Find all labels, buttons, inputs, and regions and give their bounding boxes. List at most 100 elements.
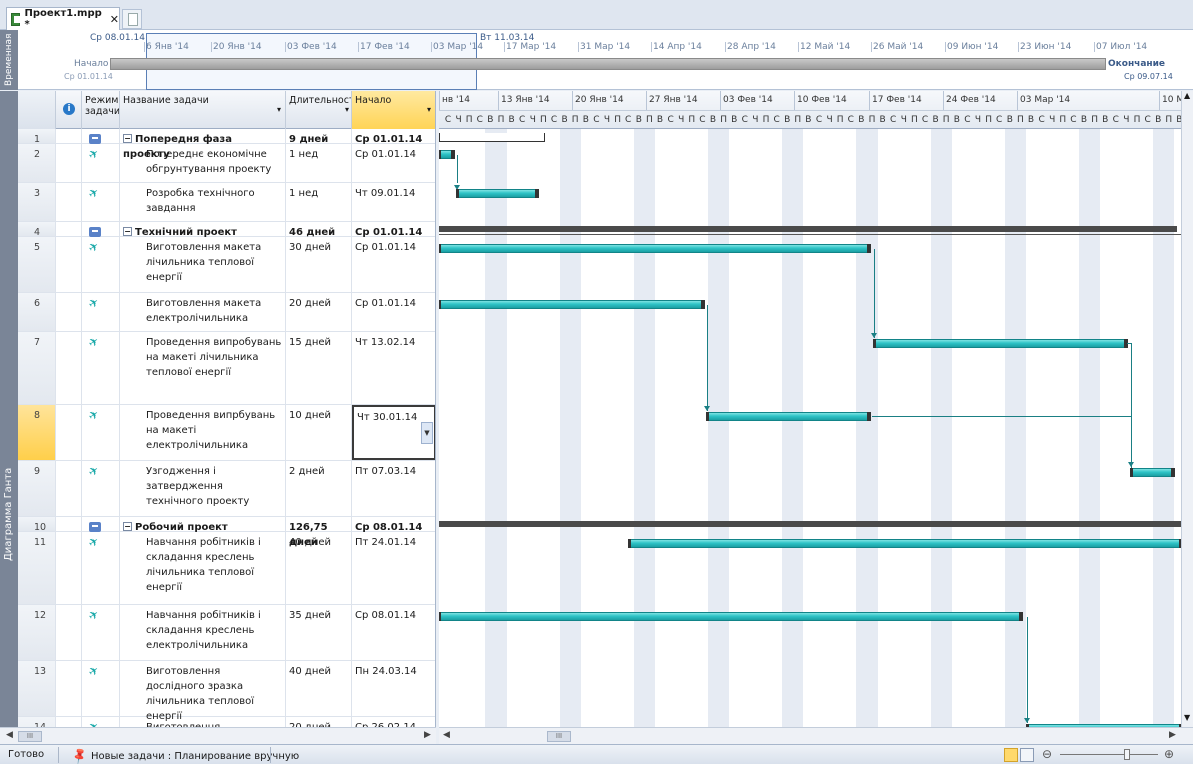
summary-bar[interactable]	[439, 226, 1177, 232]
table-row[interactable]: 14 ✈ Виготовлення дослідного зразка20 дней…	[18, 717, 435, 727]
close-icon[interactable]: ✕	[110, 13, 119, 26]
zoom-out-icon[interactable]: ⊖	[1042, 747, 1052, 761]
duration-cell[interactable]: 9 дней	[286, 129, 352, 145]
mode-cell[interactable]: ✈	[82, 237, 120, 292]
duration-cell[interactable]: 35 дней	[286, 605, 352, 660]
info-cell[interactable]	[56, 461, 82, 516]
task-bar[interactable]	[456, 189, 539, 198]
row-id[interactable]: 13	[18, 661, 56, 716]
info-cell[interactable]	[56, 717, 82, 727]
row-id[interactable]: 12	[18, 605, 56, 660]
info-cell[interactable]	[56, 293, 82, 331]
task-name-cell[interactable]: − Робочий проект	[120, 517, 286, 533]
mode-cell[interactable]: ✈	[82, 661, 120, 716]
mode-cell[interactable]	[82, 517, 120, 532]
start-cell[interactable]: Пн 24.03.14	[352, 661, 435, 716]
gantt-view-button[interactable]	[1004, 748, 1018, 762]
info-cell[interactable]	[56, 144, 82, 182]
timeline-view[interactable]: Временная шкала Ср 08.01.14 Вт 11.03.14 …	[0, 30, 1193, 90]
start-cell[interactable]: Ср 01.01.14	[352, 222, 435, 238]
task-name-cell[interactable]: Попереднє економічне обгрунтування проек…	[120, 144, 286, 182]
row-id[interactable]: 2	[18, 144, 56, 182]
duration-cell[interactable]: 2 дней	[286, 461, 352, 516]
mode-cell[interactable]: ✈	[82, 461, 120, 516]
mode-cell[interactable]: ✈	[82, 605, 120, 660]
row-id[interactable]: 1	[18, 129, 56, 145]
new-tasks-mode[interactable]: 📌 Новые задачи : Планирование вручную	[68, 746, 299, 764]
duration-column-header[interactable]: Длительность▾	[286, 91, 352, 129]
info-column-header[interactable]: i	[56, 91, 82, 129]
table-row[interactable]: 12 ✈ Навчання робітників і складання кресл…	[18, 605, 435, 661]
table-row[interactable]: 7 ✈ Проведення випробувань на макеті лічил…	[18, 332, 435, 405]
task-bar[interactable]	[439, 150, 455, 159]
gantt-chart[interactable]: нв '14 13 Янв '14 20 Янв '14 27 Янв '14 03 Ф…	[439, 91, 1181, 727]
table-row[interactable]: 8 ✈ Проведення випрбувань на макеті електр…	[18, 405, 435, 461]
info-cell[interactable]	[56, 532, 82, 604]
start-cell[interactable]: Пт 07.03.14	[352, 461, 435, 516]
duration-cell[interactable]: 20 дней	[286, 293, 352, 331]
mode-cell[interactable]: ✈	[82, 405, 120, 460]
summary-bar[interactable]	[439, 521, 1181, 527]
duration-cell[interactable]: 126,75 дней	[286, 517, 352, 548]
start-cell[interactable]: Ср 26.02.14	[352, 717, 435, 727]
row-id[interactable]: 8	[18, 405, 56, 460]
row-id[interactable]: 10	[18, 517, 56, 533]
task-name-cell[interactable]: Навчання робітників і складання креслень…	[120, 605, 286, 660]
duration-cell[interactable]: 20 дней	[286, 717, 352, 727]
duration-cell[interactable]: 15 дней	[286, 332, 352, 404]
start-cell[interactable]: Ср 01.01.14	[352, 129, 435, 145]
start-cell[interactable]: Ср 08.01.14	[352, 605, 435, 660]
mode-column-header[interactable]: Режим задачи	[82, 91, 120, 129]
info-cell[interactable]	[56, 332, 82, 404]
table-row[interactable]: 11 ✈ Навчання робітників і складання кресл…	[18, 532, 435, 605]
mode-cell[interactable]: ✈	[82, 717, 120, 727]
start-cell[interactable]: Пт 24.01.14	[352, 532, 435, 604]
collapse-icon[interactable]: −	[123, 134, 132, 143]
start-cell[interactable]: Ср 08.01.14	[352, 517, 435, 533]
task-bar[interactable]	[628, 539, 1181, 548]
task-name-cell[interactable]: − Попередня фаза проекту	[120, 129, 286, 160]
table-row[interactable]: 2 ✈ Попереднє економічне обгрунтування про…	[18, 144, 435, 183]
task-bar[interactable]	[873, 339, 1128, 348]
info-cell[interactable]	[56, 183, 82, 221]
task-bar[interactable]	[439, 244, 871, 253]
start-cell[interactable]: Ср 01.01.14	[352, 237, 435, 292]
collapse-icon[interactable]: −	[123, 522, 132, 531]
task-bar[interactable]	[439, 300, 705, 309]
task-name-cell[interactable]: Проведення випрбувань на макеті електрол…	[120, 405, 286, 460]
collapse-icon[interactable]: −	[123, 227, 132, 236]
table-row[interactable]: 6 ✈ Виготовлення макета електролічильника 2…	[18, 293, 435, 332]
start-cell[interactable]: Ср 01.01.14	[352, 144, 435, 182]
task-name-cell[interactable]: Навчання робітників і складання креслень…	[120, 532, 286, 604]
timeline-bar[interactable]	[110, 58, 1106, 70]
info-cell[interactable]	[56, 405, 82, 460]
zoom-slider[interactable]	[1060, 754, 1158, 755]
table-row[interactable]: 3 ✈ Розробка технічного завдання 1 нед Чт 09…	[18, 183, 435, 222]
grid-horizontal-scrollbar[interactable]: ◀ III ▶	[0, 727, 436, 744]
row-id[interactable]: 5	[18, 237, 56, 292]
task-name-cell[interactable]: Узгодження і затвердження технічного про…	[120, 461, 286, 516]
vertical-scrollbar[interactable]: ▲ ▼	[1181, 91, 1193, 727]
task-bar[interactable]	[439, 612, 1023, 621]
duration-cell[interactable]: 1 нед	[286, 144, 352, 182]
info-cell[interactable]	[56, 605, 82, 660]
table-row[interactable]: 10 − Робочий проект 126,75 дней Ср 08.01.14	[18, 517, 435, 548]
task-name-cell[interactable]: Проведення випробувань на макеті лічильн…	[120, 332, 286, 404]
row-id[interactable]: 7	[18, 332, 56, 404]
name-column-header[interactable]: Название задачи ▾	[120, 91, 286, 129]
row-id[interactable]: 3	[18, 183, 56, 221]
info-cell[interactable]	[56, 661, 82, 716]
duration-cell[interactable]: 1 нед	[286, 183, 352, 221]
duration-cell[interactable]: 40 дней	[286, 661, 352, 716]
task-name-cell[interactable]: Розробка технічного завдання	[120, 183, 286, 221]
row-id[interactable]: 14	[18, 717, 56, 727]
info-cell[interactable]	[56, 517, 82, 531]
row-id[interactable]: 6	[18, 293, 56, 331]
duration-cell[interactable]: 40 дней	[286, 532, 352, 604]
table-row[interactable]: 13 ✈ Виготовлення дослідного зразка лічиль…	[18, 661, 435, 722]
mode-cell[interactable]: ✈	[82, 332, 120, 404]
start-cell[interactable]: Чт 13.02.14	[352, 332, 435, 404]
row-id[interactable]: 11	[18, 532, 56, 604]
mode-cell[interactable]: ✈	[82, 532, 120, 604]
duration-cell[interactable]: 30 дней	[286, 237, 352, 292]
